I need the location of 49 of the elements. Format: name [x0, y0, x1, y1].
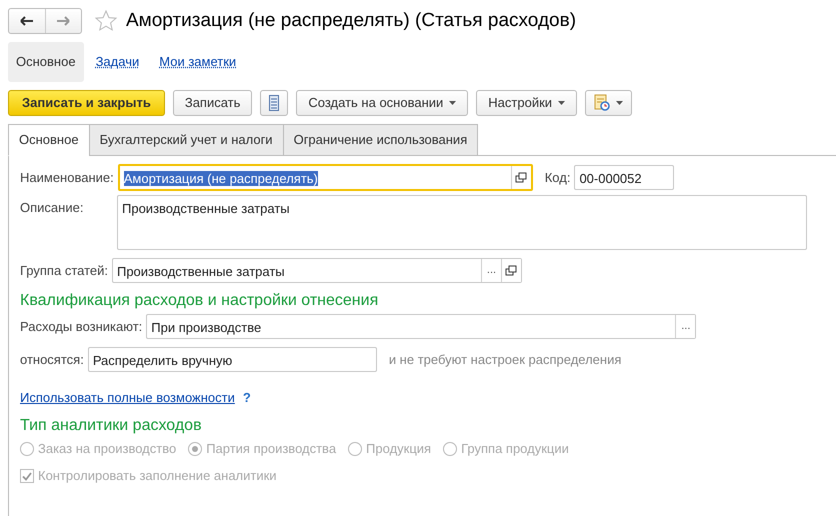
tab[interactable]: Ограничение использования — [282, 124, 478, 156]
list-icon — [269, 94, 280, 110]
star-icon[interactable] — [94, 9, 118, 33]
caret-icon — [616, 100, 624, 104]
code-field[interactable]: 00-000052 — [574, 165, 674, 190]
section-link[interactable]: Задачи — [88, 42, 148, 82]
field-label: Описание: — [20, 199, 84, 217]
expense-arise-field[interactable]: При производстве ... — [146, 314, 696, 340]
field-label: Наименование: — [20, 168, 114, 187]
section-heading: Квалификация расходов и настройки отнесения — [20, 291, 380, 310]
save-and-close-button[interactable]: Записать и закрыть — [8, 90, 165, 116]
navigation-buttons[interactable] — [8, 8, 82, 34]
group-field[interactable]: Производственные затраты ... — [112, 258, 522, 283]
caret-icon — [449, 100, 456, 104]
back-arrow-icon[interactable] — [20, 16, 34, 26]
field-label: Расходы возникают: — [20, 318, 142, 336]
field-label: Код: — [544, 168, 570, 187]
check-icon — [22, 472, 32, 481]
tab[interactable]: Бухгалтерский учет и налоги — [88, 124, 284, 156]
open-window-icon — [515, 172, 528, 183]
list-button[interactable] — [260, 90, 288, 116]
save-button[interactable]: Записать — [172, 90, 252, 116]
forward-arrow-icon[interactable] — [56, 16, 70, 26]
tab[interactable]: Основное — [8, 124, 90, 156]
note-text: и не требуют настроек распределения — [388, 350, 622, 369]
full-features-link[interactable]: Использовать полные возможности — [20, 388, 235, 408]
section-heading: Тип аналитики расходов — [20, 416, 203, 435]
dropdown-button[interactable]: Создать на основании — [296, 90, 468, 116]
radio-label: Заказ на производство — [38, 440, 176, 458]
report-icon — [594, 94, 610, 111]
open-button[interactable] — [500, 259, 521, 282]
radio-label: Группа продукции — [461, 440, 569, 458]
radio-label: Продукция — [366, 440, 432, 458]
section-link[interactable]: Мои заметки — [151, 42, 244, 82]
radio-label: Партия производства — [206, 440, 336, 458]
caret-icon — [558, 100, 566, 104]
help-link[interactable]: ? — [242, 388, 251, 408]
open-window-icon — [505, 265, 518, 276]
field-label: относятся: — [20, 350, 84, 369]
checkbox-label: Контролировать заполнение аналитики — [38, 467, 277, 486]
dropdown-button[interactable]: Настройки — [476, 90, 578, 116]
name-field[interactable]: Амортизация (не распределять) — [118, 164, 533, 191]
window-title: Амортизация (не распределять) (Статья расходов) — [126, 10, 576, 32]
section-tab[interactable]: Основное — [8, 42, 84, 82]
choose-button[interactable]: ... — [675, 315, 696, 338]
field-label: Группа статей: — [20, 262, 108, 280]
expense-relate-field[interactable]: Распределить вручную — [88, 347, 377, 372]
description-field[interactable]: Производственные затраты — [117, 195, 807, 250]
report-button[interactable] — [585, 90, 632, 116]
